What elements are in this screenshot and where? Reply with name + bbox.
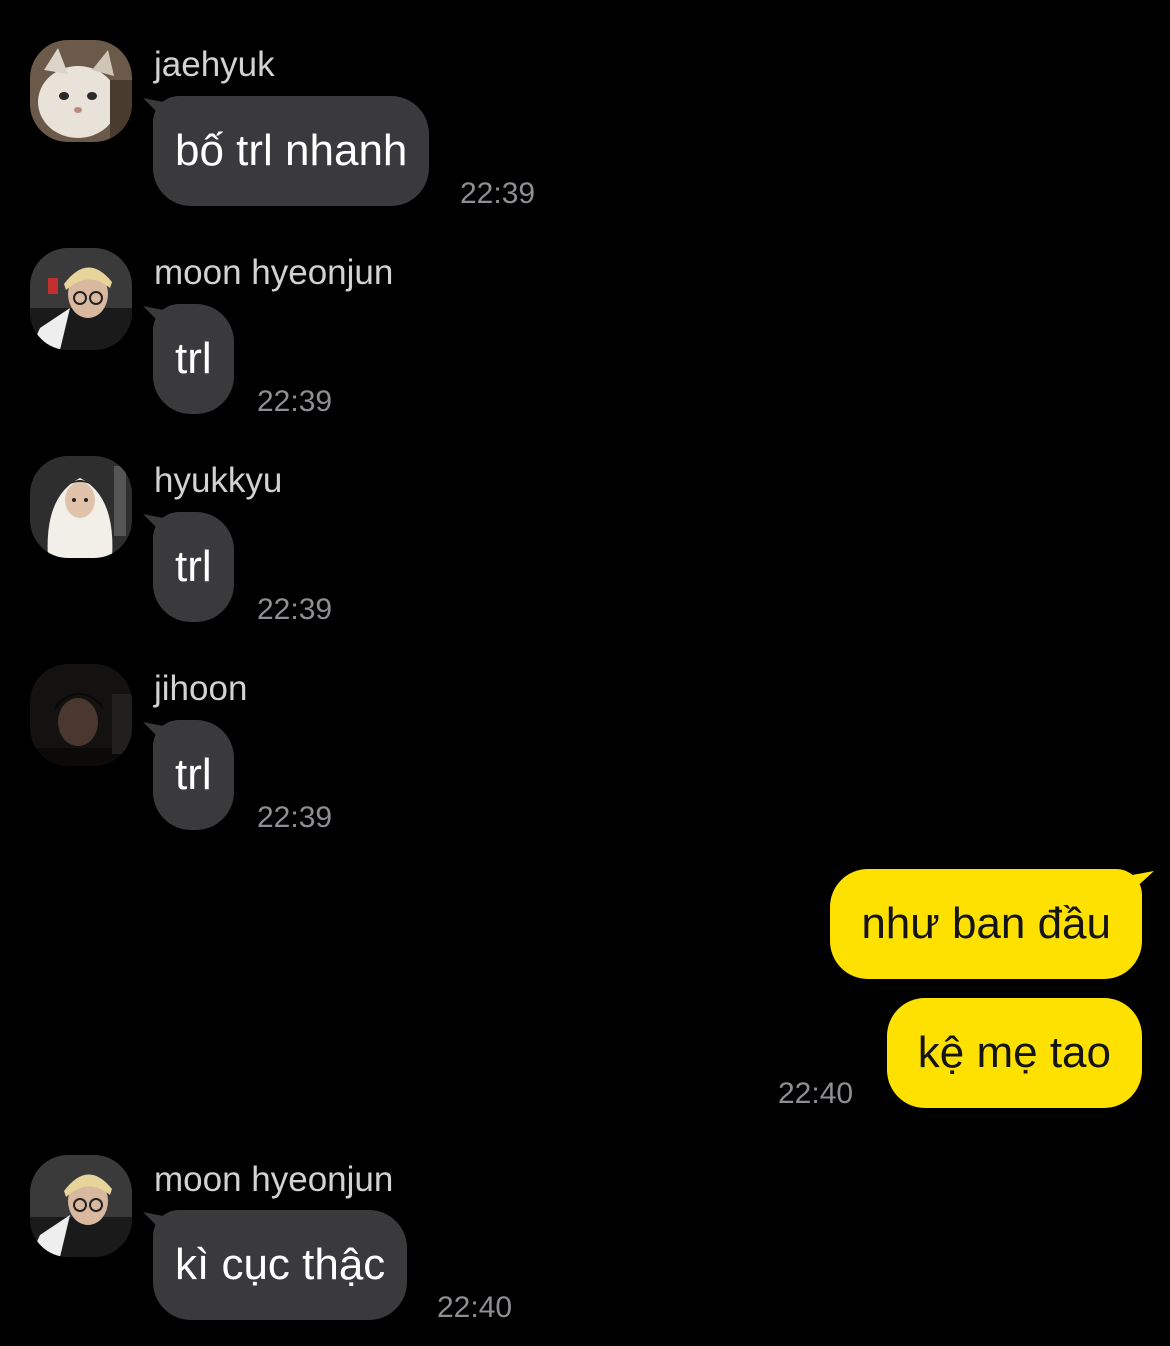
message-timestamp: 22:39 — [460, 177, 536, 210]
message-timestamp: 22:39 — [257, 385, 333, 418]
cat-avatar-icon[interactable] — [30, 40, 132, 142]
message-text: như ban đầu — [861, 899, 1111, 948]
sender-name: jihoon — [154, 669, 248, 708]
sender-name: hyukkyu — [154, 461, 283, 500]
message-text: kì cục thậc — [175, 1240, 386, 1289]
incoming-message-bubble[interactable]: trl — [143, 512, 234, 622]
sender-name: moon hyeonjun — [154, 253, 394, 292]
message-text: trl — [175, 542, 212, 591]
message-text: trl — [175, 750, 212, 799]
incoming-message-bubble[interactable]: trl — [143, 304, 234, 414]
outgoing-message-bubble[interactable]: kệ mẹ tao — [886, 998, 1142, 1108]
bubble-tail — [143, 722, 165, 744]
person-avatar-icon[interactable] — [30, 1155, 132, 1257]
bubble-tail — [1130, 871, 1154, 893]
message-timestamp: 22:39 — [257, 801, 333, 834]
incoming-message-bubble[interactable]: kì cục thậc — [143, 1210, 408, 1320]
incoming-message-bubble[interactable]: bố trl nhanh — [143, 96, 430, 206]
person-avatar-icon[interactable] — [30, 664, 132, 766]
message-text: bố trl nhanh — [175, 126, 408, 175]
sender-name: jaehyuk — [154, 45, 275, 84]
bubble-tail — [143, 306, 165, 328]
sender-name: moon hyeonjun — [154, 1160, 394, 1199]
person-avatar-icon[interactable] — [30, 248, 132, 350]
message-text: kệ mẹ tao — [917, 1028, 1111, 1077]
incoming-message-bubble[interactable]: trl — [143, 720, 234, 830]
message-timestamp: 22:40 — [778, 1077, 854, 1110]
message-timestamp: 22:40 — [437, 1291, 513, 1324]
bubble-tail — [143, 514, 165, 536]
bubble-tail — [143, 1212, 165, 1234]
message-text: trl — [175, 334, 212, 383]
message-timestamp: 22:39 — [257, 593, 333, 626]
bubble-tail — [143, 98, 165, 120]
outgoing-message-bubble[interactable]: như ban đầu — [830, 869, 1154, 979]
person-avatar-icon[interactable] — [30, 456, 132, 558]
